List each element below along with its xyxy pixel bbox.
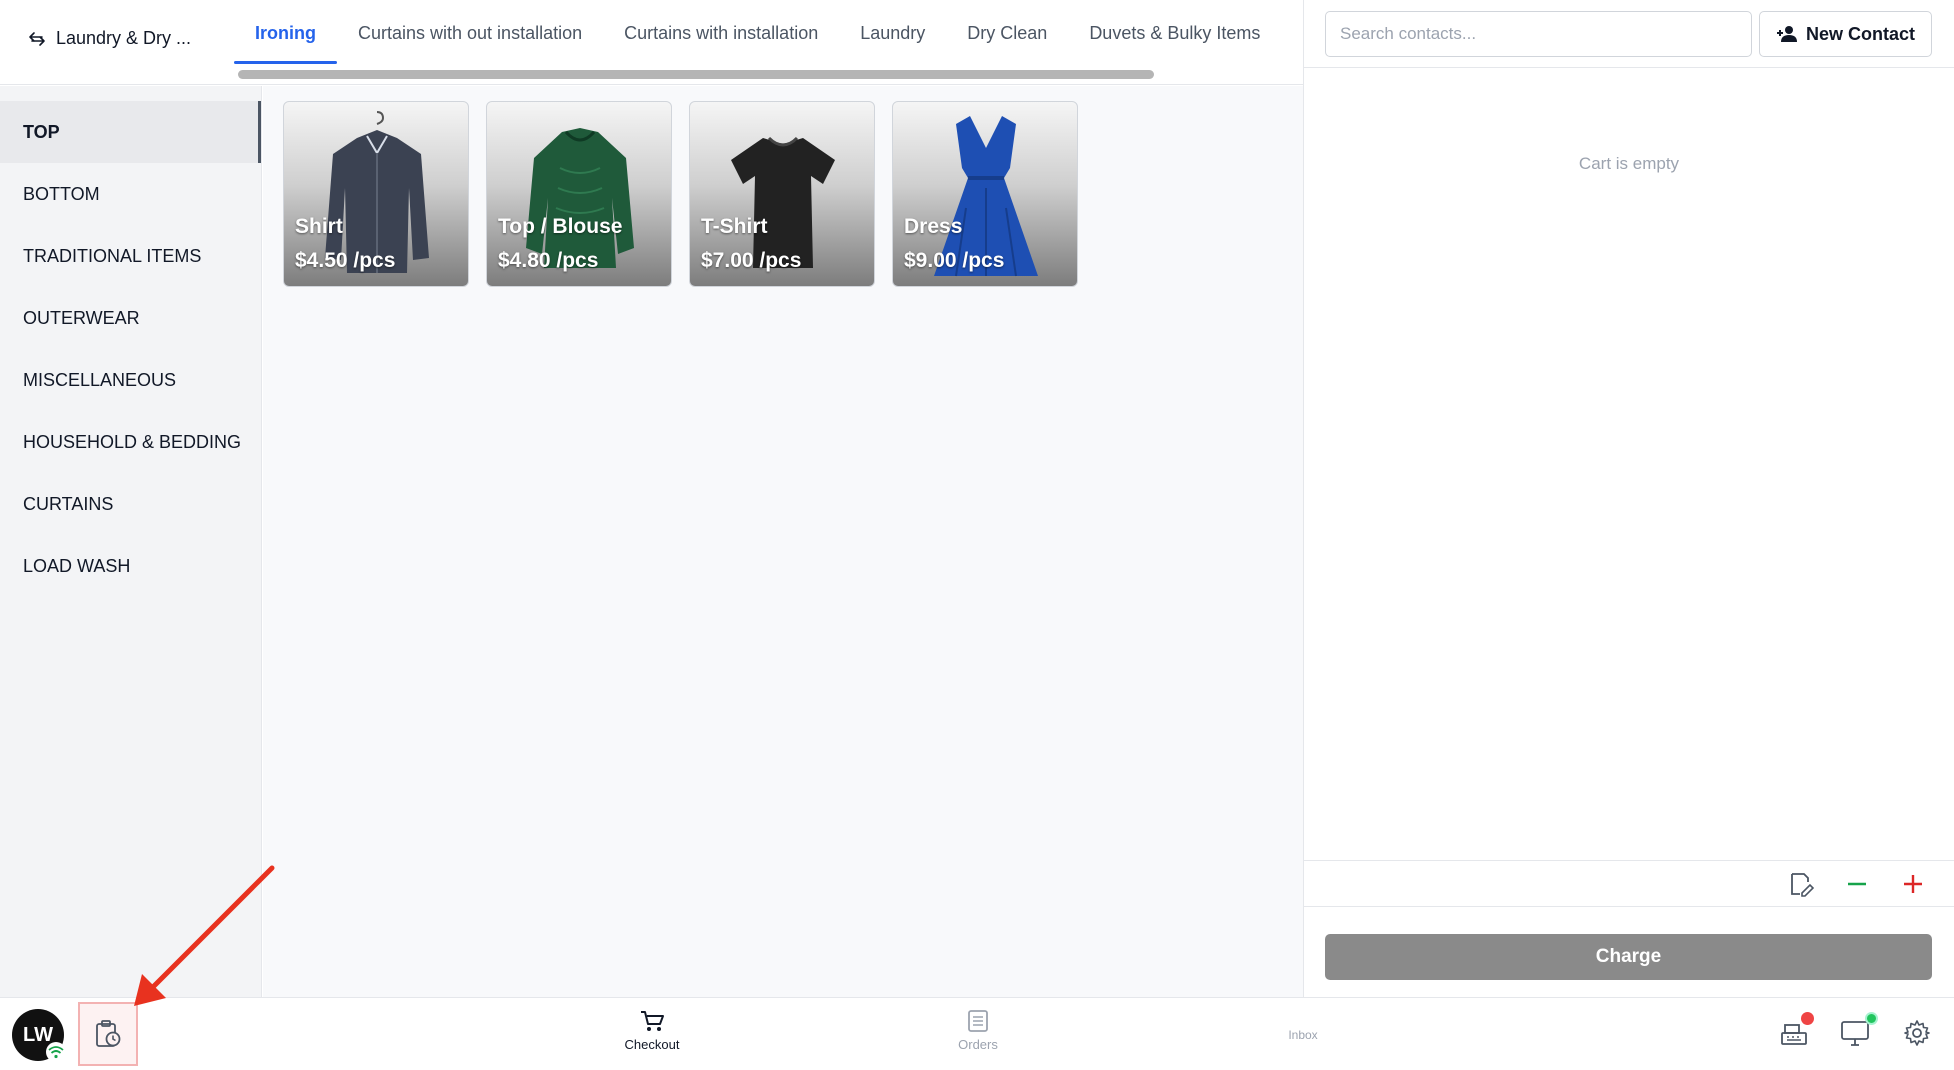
plus-icon[interactable] [1900,871,1926,897]
category-household-bedding[interactable]: HOUSEHOLD & BEDDING [0,411,261,473]
cart-panel: New Contact Cart is empty Charge [1304,0,1954,997]
cart-action-bar [1304,861,1954,906]
product-name: Shirt [295,215,343,238]
order-history-button[interactable] [78,1002,138,1066]
search-contacts-input[interactable] [1325,11,1752,57]
swap-arrows-icon [29,31,45,46]
minus-icon[interactable] [1844,871,1870,897]
tab-ironing[interactable]: Ironing [234,0,337,66]
product-name: T-Shirt [701,215,768,238]
new-contact-button[interactable]: New Contact [1759,11,1932,57]
edit-note-icon[interactable] [1788,871,1814,897]
bottom-bar: LW Checkout Orders Inbox [0,997,1954,1070]
alert-dot [1801,1012,1814,1025]
nav-orders[interactable]: Orders [918,1009,1038,1052]
wifi-icon [46,1042,66,1062]
charge-button[interactable]: Charge [1325,934,1932,980]
service-tabs: Ironing Curtains with out installation C… [234,0,1281,66]
tab-duvets-bulky-items[interactable]: Duvets & Bulky Items [1068,0,1281,66]
product-grid: Shirt $4.50 /pcs Top / Blouse $4.80 /pcs… [283,101,1078,287]
category-curtains[interactable]: CURTAINS [0,473,261,535]
product-name: Dress [904,215,963,238]
product-card-dress[interactable]: Dress $9.00 /pcs [892,101,1078,287]
new-contact-label: New Contact [1805,23,1915,44]
nav-checkout[interactable]: Checkout [592,1009,712,1052]
store-name: Laundry & Dry ... [56,28,192,48]
gear-icon[interactable] [1900,1016,1934,1050]
divider [1304,906,1954,907]
product-area: Shirt $4.50 /pcs Top / Blouse $4.80 /pcs… [263,86,1303,997]
nav-inbox[interactable]: Inbox [1243,1028,1363,1042]
category-bottom[interactable]: BOTTOM [0,163,261,225]
tab-curtains-without-installation[interactable]: Curtains with out installation [337,0,603,66]
tab-dry-clean[interactable]: Dry Clean [946,0,1068,66]
divider [1304,67,1954,68]
product-price: $4.50 /pcs [295,249,396,272]
category-load-wash[interactable]: LOAD WASH [0,535,261,597]
nav-inbox-label: Inbox [1288,1028,1318,1042]
tabs-scrollbar[interactable] [238,70,1154,79]
tab-curtains-with-installation[interactable]: Curtains with installation [603,0,839,66]
list-icon [968,1010,988,1032]
category-traditional-items[interactable]: TRADITIONAL ITEMS [0,225,261,287]
store-switcher[interactable]: Laundry & Dry ... [28,28,191,49]
product-card-shirt[interactable]: Shirt $4.50 /pcs [283,101,469,287]
product-name: Top / Blouse [498,215,623,238]
cart-empty-message: Cart is empty [1578,154,1680,173]
nav-orders-label: Orders [958,1037,998,1052]
add-person-icon [1776,26,1797,42]
avatar-initials: LW [23,1023,53,1046]
tab-laundry[interactable]: Laundry [839,0,946,66]
product-card-t-shirt[interactable]: T-Shirt $7.00 /pcs [689,101,875,287]
product-price: $4.80 /pcs [498,249,599,272]
category-outerwear[interactable]: OUTERWEAR [0,287,261,349]
top-bar: Laundry & Dry ... Ironing Curtains with … [0,0,1303,85]
category-sidebar: TOP BOTTOM TRADITIONAL ITEMS OUTERWEAR M… [0,86,262,997]
cart-icon [641,1011,664,1031]
product-price: $7.00 /pcs [701,249,802,272]
product-card-top-blouse[interactable]: Top / Blouse $4.80 /pcs [486,101,672,287]
nav-checkout-label: Checkout [624,1037,680,1052]
online-dot [1865,1012,1878,1025]
category-top[interactable]: TOP [0,101,261,163]
category-miscellaneous[interactable]: MISCELLANEOUS [0,349,261,411]
product-price: $9.00 /pcs [904,249,1005,272]
clipboard-clock-icon [96,1020,121,1047]
